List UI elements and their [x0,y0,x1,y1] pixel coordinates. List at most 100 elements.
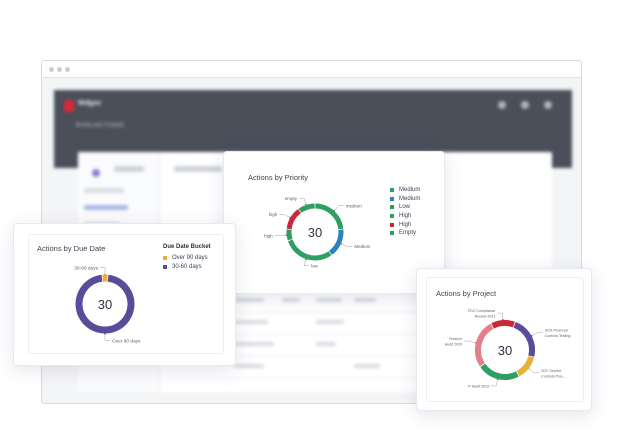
priority-chart-card: Actions by Priority medium Medium low high h… [223,151,445,294]
leader-line [303,259,310,267]
legend-swatch [390,214,394,219]
legend-swatch [163,264,167,269]
donut-slice[interactable] [286,229,293,241]
legend-item: Low [390,203,420,212]
legend-item: Over 90 days [163,254,211,263]
slice-label: Review 2021 [475,315,496,319]
slice-label: high [264,234,273,239]
project-donut-chart: SOX FinancialControls Testing SCF Service… [445,309,571,389]
table-cell [316,342,336,346]
donut-slice[interactable] [288,239,332,261]
legend-swatch [390,231,394,236]
leader-line [333,205,344,211]
legend-label: 30-60 days [172,263,202,270]
leader-line [340,243,353,247]
slice-label: medium [346,203,362,208]
avatar [92,169,100,177]
leader-line [299,197,307,205]
donut-slice[interactable] [286,209,302,230]
legend-swatch [390,188,394,193]
window-dot-icon [49,67,54,72]
legend-label: Medium [399,187,421,194]
legend-label: High [399,221,412,228]
center-value: 30 [498,343,512,358]
slice-label: Audit 2020 [445,343,462,347]
donut-slice[interactable] [328,229,344,255]
table-cell [316,320,344,324]
browser-title-bar [42,61,581,78]
donut-slice[interactable] [516,355,535,377]
legend-label: Empty [399,230,417,237]
table-cell [234,320,268,324]
slice-label: Controls Prov... [541,374,566,378]
slice-label: SOX Financial [545,329,568,333]
legend-label: Medium [399,195,421,202]
due-date-legend: Due Date Bucket Over 90 days 30-60 days [163,244,211,271]
app-section-title: RISK/ACTIONS [76,123,125,129]
legend-label: High [399,213,412,220]
legend-swatch [390,196,394,201]
leader-line [464,340,476,343]
user-icon[interactable] [544,101,552,109]
sidebar-item-active[interactable] [84,205,128,210]
table-cell [234,364,264,368]
legend-title: Due Date Bucket [163,244,211,250]
center-value: 30 [98,297,112,312]
due-date-chart-card: Actions by Due Date 30-60 days Over 90 da… [13,223,236,366]
settings-icon[interactable] [521,101,529,109]
legend-swatch [390,205,394,210]
slice-label: SCF Service [541,369,561,373]
tab[interactable] [114,166,144,172]
leader-dot [530,334,533,337]
leader-line [104,333,110,341]
window-dot-icon [65,67,70,72]
legend-item: Medium [390,186,420,195]
app-logo-icon [64,100,74,112]
leader-line [531,332,543,337]
legend-label: Over 90 days [172,255,208,262]
legend-label: Low [399,204,411,211]
slice-label: FDC Compliance [468,309,495,313]
leader-line [491,379,498,387]
slice-label: Over 90 days [112,338,141,344]
donut-slice[interactable] [480,363,519,380]
slice-label: empty [285,196,298,201]
legend-swatch [163,256,167,261]
leader-line [528,368,540,374]
legend-item: High [390,220,420,229]
table-cell [354,364,380,368]
donut-slice[interactable] [298,203,315,213]
table-cell [282,298,300,302]
chat-icon[interactable] [498,101,506,109]
leader-dot [340,242,343,245]
priority-legend: Medium Medium Low High High Empty [390,186,420,238]
app-brand: Wdgov [78,100,102,107]
legend-swatch [390,222,394,227]
legend-item: 30-60 days [163,263,211,272]
leader-line [497,312,504,321]
legend-item: Empty [390,229,420,238]
center-value: 30 [308,225,322,240]
leader-line [100,267,106,275]
legend-item: Medium [390,195,420,204]
sidebar-item[interactable] [84,188,124,193]
slice-label: Finance [449,337,462,341]
donut-slice[interactable] [491,320,515,329]
table-cell [316,298,342,302]
slice-label: IT Audit 2019 [468,385,489,389]
table-cell [234,342,274,346]
legend-item: High [390,212,420,221]
leader-line [274,234,287,236]
window-dot-icon [57,67,62,72]
table-cell [234,298,264,302]
table-cell [354,298,376,302]
slice-label: 30-60 days [74,265,98,271]
project-chart-card: Actions by Project SOX Financial Controls… [416,268,592,411]
donut-slice[interactable] [475,323,494,367]
tab[interactable] [174,166,222,172]
slice-label: high [269,212,278,217]
slice-label: low [311,264,319,269]
slice-label: Medium [354,244,370,249]
slice-label: Controls Testing [545,334,571,338]
donut-slice[interactable] [513,321,535,357]
